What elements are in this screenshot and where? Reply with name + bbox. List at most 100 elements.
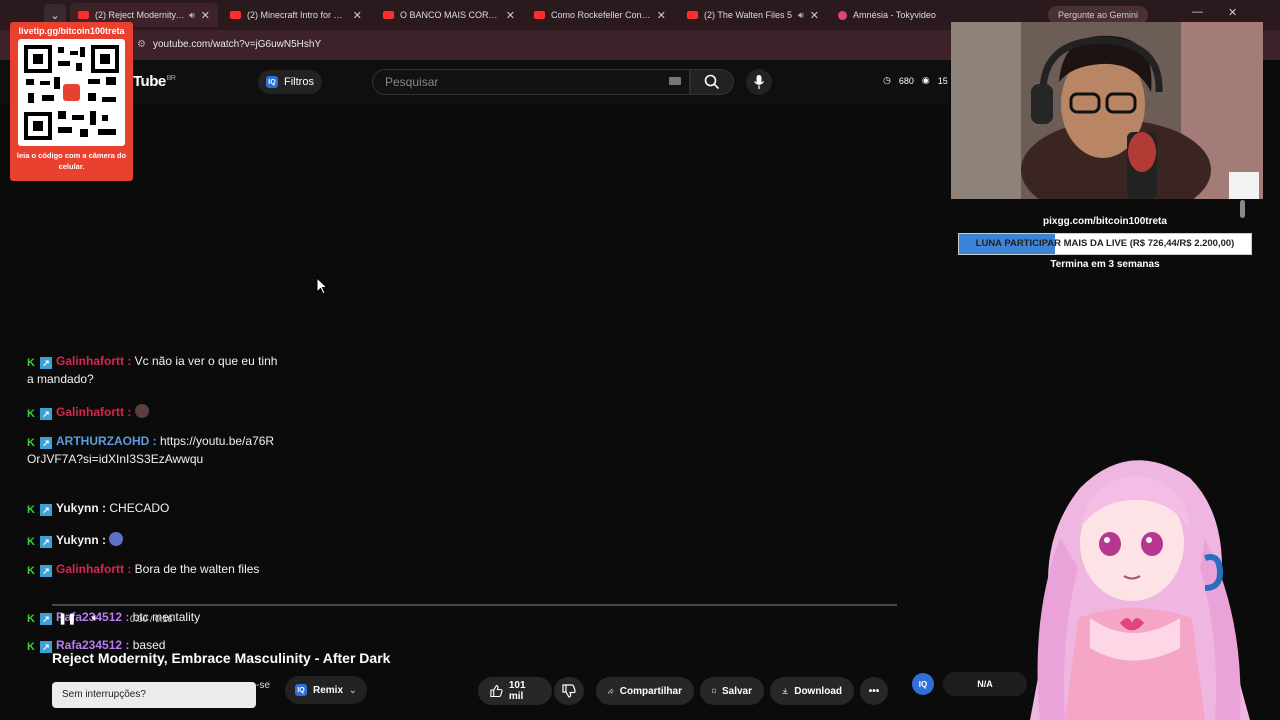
streamer-figure [951, 22, 1263, 199]
chat-message: K ↗ ARTHURZAOHD : https://youtu.be/a76ROrJ… [27, 432, 282, 468]
chat-username[interactable]: Galinhafortt [56, 354, 124, 368]
tab-audio-icon[interactable]: 🔊︎ [189, 10, 195, 21]
minimize-icon[interactable]: — [1192, 6, 1203, 18]
kick-badge-icon: K [27, 565, 35, 577]
site-info-icon[interactable]: ⚙ [137, 39, 146, 50]
tab-close-icon[interactable]: ✕ [657, 9, 666, 22]
stats-views: 680 [898, 75, 914, 86]
close-window-icon[interactable]: ✕ [1228, 6, 1237, 19]
youtube-logo[interactable]: TubeBR [133, 73, 176, 90]
platform-badge-icon: ↗ [40, 536, 52, 548]
goal-end-text: Termina em 3 semanas [1050, 259, 1160, 270]
video-title: Reject Modernity, Embrace Masculinity - … [52, 650, 391, 666]
save-button[interactable]: Salvar [700, 677, 764, 705]
microphone-icon [753, 75, 765, 89]
logo-text: Tube [133, 73, 166, 90]
tab-close-icon[interactable]: ✕ [201, 9, 210, 22]
save-label: Salvar [721, 685, 752, 697]
chevron-down-icon: ⌄ [349, 684, 357, 695]
thumbs-down-icon [562, 684, 576, 698]
platform-badge-icon: ↗ [40, 641, 52, 653]
chat-username[interactable]: Yukynn [56, 533, 99, 547]
chat-separator: : [124, 405, 135, 419]
chat-separator: : [149, 434, 160, 448]
eye-icon: ◉ [921, 75, 930, 85]
video-progress-bar[interactable] [52, 604, 897, 606]
iq-icon: IQ [266, 76, 278, 88]
logo-region: BR [166, 75, 176, 82]
tab-audio-icon[interactable]: 🔊︎ [798, 10, 804, 21]
remix-button[interactable]: IQ Remix ⌄ [285, 676, 367, 704]
tab-title: (2) The Walten Files 5 [704, 10, 793, 20]
chat-username[interactable]: Galinhafortt [56, 562, 124, 576]
chat-username[interactable]: Yukynn [56, 501, 99, 515]
goal-text: LUNA PARTICIPAR MAIS DA LIVE (R$ 726,44/… [975, 238, 1235, 249]
chat-separator: : [98, 501, 110, 515]
tokyvideo-favicon-icon [838, 10, 847, 20]
iq-extension-icon[interactable]: IQ [912, 673, 934, 695]
clock-icon: ◷ [883, 75, 891, 85]
chat-separator: : [124, 354, 135, 368]
na-badge: N/A [943, 672, 1027, 696]
tab-title: (2) Reject Modernity, E [95, 10, 186, 20]
chat-username[interactable]: ARTHURZAOHD [56, 434, 149, 448]
kick-badge-icon: K [27, 437, 35, 449]
download-icon [782, 688, 788, 694]
search-icon [704, 74, 720, 90]
browser-tab[interactable]: (2) Minecraft Intro for hitle ✕ [222, 3, 370, 27]
keyboard-icon[interactable] [669, 77, 681, 85]
chat-message: K ↗ Galinhafortt : Vc não ia ver o que eu … [27, 352, 282, 388]
filters-label: Filtros [284, 76, 314, 88]
platform-badge-icon: ↗ [40, 357, 52, 369]
youtube-favicon-icon [230, 11, 241, 19]
kick-badge-icon: K [27, 408, 35, 420]
voice-search-button[interactable] [746, 69, 772, 95]
qr-top-text: livetip.gg/bitcoin100treta [18, 26, 125, 36]
tab-close-icon[interactable]: ✕ [353, 9, 362, 22]
share-icon [608, 688, 614, 694]
chat-emote-icon [134, 404, 149, 418]
chat-message: K ↗ Galinhafortt : [27, 403, 282, 421]
chat-username[interactable]: Galinhafortt [56, 405, 124, 419]
mouse-cursor-icon [316, 277, 328, 295]
video-time: 0:00 / 0:16 [130, 614, 173, 624]
search-button[interactable] [690, 69, 734, 95]
likes-count: 101 mil [508, 680, 526, 702]
pause-icon[interactable]: ❚❚ [58, 612, 76, 625]
chat-separator: : [98, 533, 110, 547]
dislike-button[interactable] [554, 677, 584, 705]
browser-tab[interactable]: (2) The Walten Files 5 🔊︎ ✕ [679, 3, 827, 27]
qr-bottom-text: leia o código com a câmera do celular. [16, 151, 127, 171]
search-input[interactable]: Pesquisar [372, 69, 690, 95]
tab-close-icon[interactable]: ✕ [506, 9, 515, 22]
volume-icon[interactable]: 🔈︎ [92, 612, 99, 625]
platform-badge-icon: ↗ [40, 408, 52, 420]
chat-message: K ↗ Yukynn : [27, 531, 282, 549]
filters-button[interactable]: IQ Filtros [258, 70, 322, 94]
browser-tab[interactable]: Como Rockefeller Controla ✕ [526, 3, 674, 27]
remix-label: Remix [313, 684, 344, 696]
youtube-favicon-icon [78, 11, 89, 19]
url-text[interactable]: youtube.com/watch?v=jG6uwN5HshY [153, 39, 321, 50]
download-button[interactable]: Download [770, 677, 854, 705]
tab-title: (2) Minecraft Intro for hitle [247, 10, 347, 20]
vtuber-avatar [1020, 448, 1260, 720]
subscribe-button[interactable]: -se [256, 680, 270, 691]
youtube-favicon-icon [534, 11, 545, 19]
kick-badge-icon: K [27, 641, 35, 653]
platform-badge-icon: ↗ [40, 565, 52, 577]
pix-url: pixgg.com/bitcoin100treta [1043, 216, 1167, 227]
youtube-header: TubeBR IQ Filtros Pesquisar ◷ 680 ◉ 15 [0, 60, 950, 104]
thumbs-up-icon [490, 684, 503, 698]
browser-tab[interactable]: O BANCO MAIS CORRUPT ✕ [375, 3, 523, 27]
like-button[interactable]: 101 mil [478, 677, 552, 705]
browser-tab[interactable]: Amnésia - Tokyvideo [830, 3, 945, 27]
tab-close-icon[interactable]: ✕ [810, 9, 819, 22]
share-button[interactable]: Compartilhar [596, 677, 694, 705]
more-actions-button[interactable]: ••• [860, 677, 888, 705]
kick-badge-icon: K [27, 504, 35, 516]
kick-badge-icon: K [27, 613, 35, 625]
kick-badge-icon: K [27, 536, 35, 548]
stats-viewers: 15 [937, 75, 948, 86]
chat-text: CHECADO [109, 501, 170, 515]
